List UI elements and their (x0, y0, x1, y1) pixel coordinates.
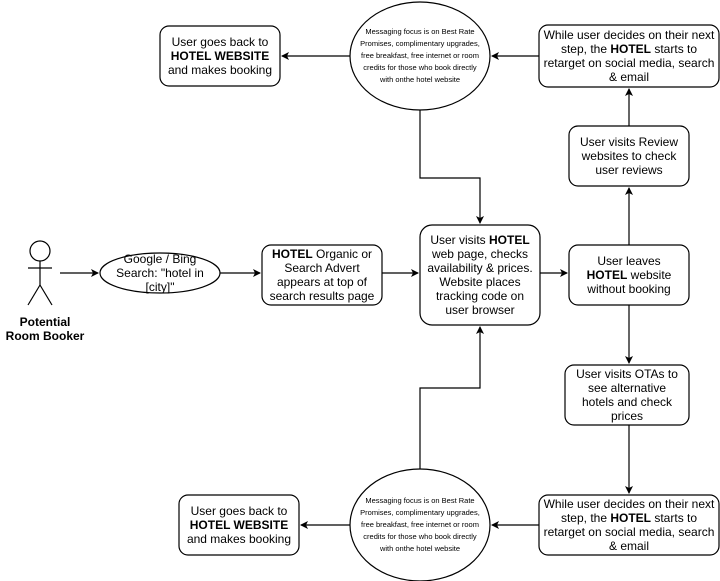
text: Messaging focus is on Best Rate Promises… (360, 496, 480, 553)
text: Google / Bing Search: "hotel in [city]" (116, 252, 204, 294)
text: and makes booking (167, 63, 273, 77)
text: User visits OTAs to see alternative hote… (576, 367, 678, 423)
node-text: Messaging focus is on Best Rate Promises… (358, 26, 482, 86)
booking-bottom-node: User goes back to HOTEL WEBSITE and make… (179, 495, 299, 555)
text: and makes booking (186, 532, 292, 546)
visit-node: User visits HOTEL web page, checks avail… (420, 225, 540, 325)
reviews-node: User visits Review websites to check use… (569, 126, 689, 186)
messaging-bottom-node: Messaging focus is on Best Rate Promises… (350, 471, 490, 579)
text: User visits (430, 233, 489, 247)
retarget-top-node: While user decides on their next step, t… (539, 25, 719, 87)
node-text: User visits Review websites to check use… (577, 135, 681, 177)
node-text: HOTEL Organic or Search Advert appears a… (266, 247, 378, 303)
bold-text: HOTEL (271, 247, 313, 261)
bold-text: HOTEL (610, 42, 652, 56)
messaging-top-node: Messaging focus is on Best Rate Promises… (350, 2, 490, 110)
text: User goes back to (171, 35, 269, 49)
otas-node: User visits OTAs to see alternative hote… (565, 365, 689, 425)
bold-text: HOTEL (610, 511, 652, 525)
node-text: User goes back to HOTEL WEBSITE and make… (164, 35, 276, 77)
text: Messaging focus is on Best Rate Promises… (360, 27, 480, 84)
search-node: Google / Bing Search: "hotel in [city]" (100, 252, 220, 294)
text: User leaves (597, 254, 661, 268)
actor-label: Potential Room Booker (5, 315, 85, 343)
node-text: Messaging focus is on Best Rate Promises… (358, 495, 482, 555)
retarget-bottom-node: While user decides on their next step, t… (539, 495, 719, 555)
actor-figure-icon (27, 240, 53, 306)
text: User goes back to (190, 504, 288, 518)
node-text: While user decides on their next step, t… (543, 28, 715, 84)
text: web page, checks availability & prices. … (427, 247, 533, 317)
node-text: Google / Bing Search: "hotel in [city]" (110, 252, 210, 294)
bold-text: HOTEL WEBSITE (189, 518, 289, 532)
bold-text: HOTEL WEBSITE (170, 49, 270, 63)
advert-node: HOTEL Organic or Search Advert appears a… (262, 245, 382, 305)
text: User visits Review websites to check use… (579, 135, 678, 177)
node-text: While user decides on their next step, t… (543, 497, 715, 553)
leaves-node: User leaves HOTEL website without bookin… (569, 245, 689, 305)
bold-text: HOTEL (489, 233, 530, 247)
node-text: User visits HOTEL web page, checks avail… (424, 233, 536, 317)
flow-diagram: Potential Room Booker Google / Bing Sear… (0, 0, 720, 581)
bold-text: HOTEL (586, 268, 628, 282)
booking-top-node: User goes back to HOTEL WEBSITE and make… (160, 26, 280, 86)
node-text: User visits OTAs to see alternative hote… (573, 367, 681, 423)
node-text: User goes back to HOTEL WEBSITE and make… (183, 504, 295, 546)
node-text: User leaves HOTEL website without bookin… (579, 254, 679, 296)
